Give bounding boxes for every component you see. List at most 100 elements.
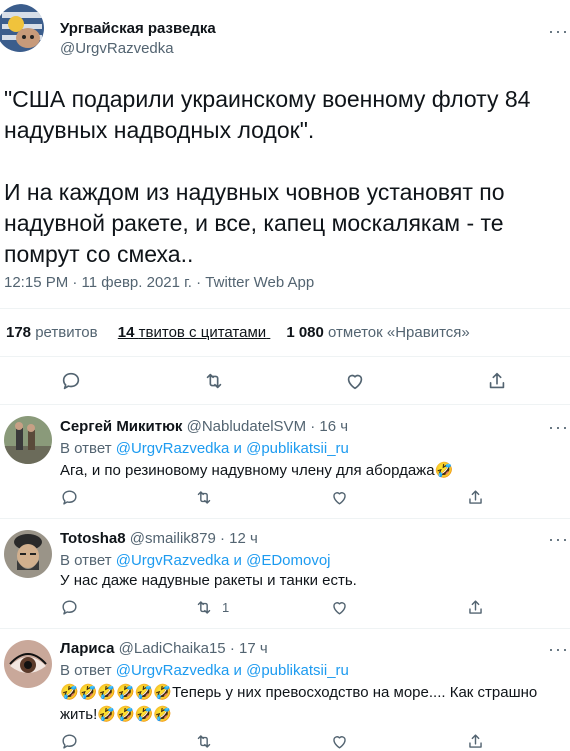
retweets-count: 178	[6, 324, 32, 341]
mention-link[interactable]: @publikatsii_ru	[246, 662, 349, 679]
share-button[interactable]	[466, 598, 485, 617]
share-icon	[469, 490, 482, 504]
reply-prefix: В ответ	[60, 440, 112, 457]
retweet-icon	[206, 373, 222, 389]
tweet-meta[interactable]: 12:15 PM · 11 февр. 2021 г. · Twitter We…	[4, 274, 314, 291]
tweet-text-line: "США подарили украинскому военному флоту…	[4, 86, 531, 112]
laughing-emoji-icon: 🤣	[434, 462, 454, 479]
like-icon	[333, 492, 346, 505]
reply-button[interactable]	[60, 488, 79, 507]
retweet-icon	[197, 601, 211, 614]
tweet-text-line: помрут со смеха..	[4, 241, 194, 267]
reply-prefix: В ответ	[60, 662, 112, 679]
avatar-image	[4, 640, 52, 688]
reply-text: У нас даже надувные ракеты и танки есть.	[60, 572, 357, 589]
reply-author-handle[interactable]: @smailik879	[130, 530, 216, 547]
reply-context: В ответ @UrgvRazvedka и @publikatsii_ru	[60, 660, 349, 682]
retweet-count: 1	[222, 600, 230, 615]
reply-and: и	[233, 662, 242, 679]
mention-link[interactable]: @UrgvRazvedka	[116, 440, 230, 457]
like-icon	[347, 374, 363, 390]
reply-icon	[62, 600, 77, 615]
reply-icon	[62, 490, 77, 505]
reply-context: В ответ @UrgvRazvedka и @publikatsii_ru	[60, 438, 349, 460]
tweet-text-line: надувных надводных лодок".	[4, 117, 315, 143]
retweet-button[interactable]	[202, 370, 226, 392]
reply-avatar[interactable]	[4, 640, 52, 688]
reply-context: В ответ @UrgvRazvedka и @EDomovoj	[60, 550, 331, 572]
retweet-icon	[197, 735, 211, 748]
laughing-emoji-icon: 🤣🤣🤣🤣	[97, 706, 172, 723]
reply-button[interactable]	[60, 598, 79, 617]
reply-and: и	[233, 440, 242, 457]
reply-icon	[62, 372, 80, 390]
author-handle[interactable]: @UrgvRazvedka	[60, 40, 174, 57]
reply-author-name[interactable]: Сергей Микитюк	[60, 418, 182, 435]
author-name[interactable]: Ургвайская разведка	[60, 20, 216, 37]
reply-icon	[62, 734, 77, 749]
more-icon[interactable]: ···	[548, 640, 569, 658]
like-button[interactable]	[330, 488, 349, 507]
quotes-stat[interactable]: 14 твитов с цитатами	[118, 324, 271, 341]
reply-text-body: жить!	[60, 706, 98, 723]
share-icon	[489, 372, 505, 389]
reply-text-body: Ага, и по резиновому надувному члену для…	[60, 462, 435, 479]
author-avatar[interactable]	[0, 4, 44, 52]
like-button[interactable]	[330, 732, 349, 751]
reply-text-body: Теперь у них превосходство на море.... К…	[172, 684, 538, 701]
tweet-stats: 178 ретвитов 14 твитов с цитатами 1 080 …	[6, 324, 470, 341]
retweet-icon	[197, 491, 211, 504]
reply-time[interactable]: · 17 ч	[230, 640, 268, 657]
mention-link[interactable]: @publikatsii_ru	[246, 440, 349, 457]
likes-stat[interactable]: 1 080 отметок «Нравится»	[286, 324, 469, 341]
like-icon	[333, 736, 346, 749]
retweets-label: ретвитов	[35, 324, 98, 341]
like-icon	[333, 602, 346, 615]
reply-author-handle[interactable]: @NabludatelSVM	[187, 418, 306, 435]
more-icon[interactable]: ···	[548, 22, 569, 40]
reply-author-name[interactable]: Лариса	[60, 640, 115, 657]
share-button[interactable]	[466, 732, 485, 751]
reply-and: и	[233, 552, 242, 569]
likes-count: 1 080	[286, 324, 324, 341]
quotes-label: твитов с цитатами	[138, 324, 267, 341]
reply-author-handle[interactable]: @LadiChaika15	[119, 640, 226, 657]
reply-avatar[interactable]	[4, 530, 52, 578]
like-button[interactable]	[330, 598, 349, 617]
reply-header: Лариса @LadiChaika15 · 17 ч	[60, 638, 268, 660]
likes-label: отметок «Нравится»	[328, 324, 470, 341]
mention-link[interactable]: @UrgvRazvedka	[116, 552, 230, 569]
tweet-text: "США подарили украинскому военному флоту…	[4, 84, 564, 270]
retweet-button[interactable]: 1	[194, 598, 229, 617]
more-icon[interactable]: ···	[548, 418, 569, 436]
reply-time[interactable]: · 16 ч	[310, 418, 348, 435]
avatar-image	[4, 530, 52, 578]
share-button[interactable]	[466, 488, 485, 507]
reply-prefix: В ответ	[60, 552, 112, 569]
reply-time[interactable]: · 12 ч	[220, 530, 258, 547]
tweet-text-line: И на каждом из надувных човнов установят…	[4, 179, 505, 205]
share-button[interactable]	[486, 370, 508, 392]
tweet-text-line: надувной ракете, и все, капец москалякам…	[4, 210, 504, 236]
share-icon	[469, 600, 482, 614]
laughing-emoji-icon: 🤣🤣🤣🤣🤣🤣	[60, 684, 173, 701]
reply-author-name[interactable]: Totosha8	[60, 530, 126, 547]
mention-link[interactable]: @UrgvRazvedka	[116, 662, 230, 679]
like-button[interactable]	[344, 370, 366, 392]
quotes-count: 14	[117, 324, 135, 341]
reply-header: Сергей Микитюк @NabludatelSVM · 16 ч	[60, 416, 348, 438]
reply-avatar[interactable]	[4, 416, 52, 464]
retweet-button[interactable]	[194, 488, 214, 507]
mention-link[interactable]: @EDomovoj	[246, 552, 330, 569]
retweet-button[interactable]	[194, 732, 214, 751]
reply-text: 🤣🤣🤣🤣🤣🤣Теперь у них превосходство на море…	[60, 682, 560, 726]
reply-header: Totosha8 @smailik879 · 12 ч	[60, 528, 258, 550]
share-icon	[469, 734, 482, 748]
retweets-stat[interactable]: 178 ретвитов	[6, 324, 102, 341]
avatar-image	[0, 4, 44, 52]
reply-button[interactable]	[60, 732, 79, 751]
reply-button[interactable]	[60, 370, 82, 392]
avatar-image	[4, 416, 52, 464]
reply-text: Ага, и по резиновому надувному члену для…	[60, 460, 453, 482]
more-icon[interactable]: ···	[548, 530, 569, 548]
